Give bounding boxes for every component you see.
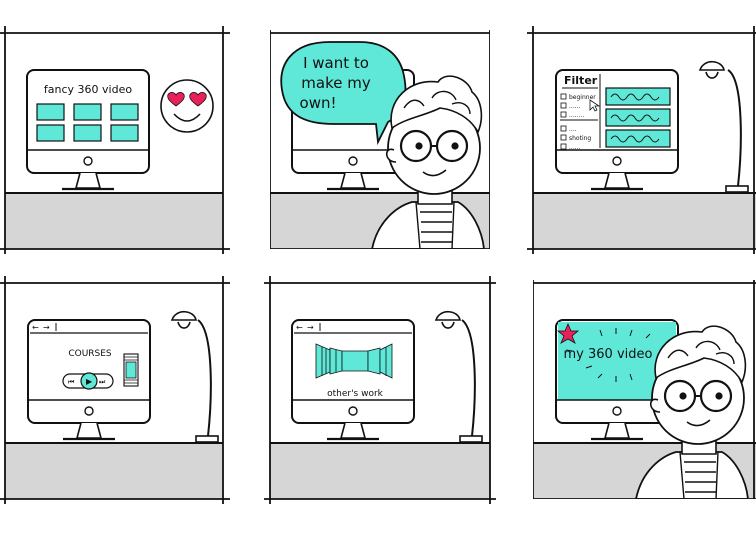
- back-arrow-icon[interactable]: ←: [296, 323, 303, 332]
- checkbox-icon[interactable]: [560, 125, 567, 132]
- desk-lamp: [434, 310, 483, 443]
- panel-3: Filter beginner ...... ........ .... sho…: [527, 26, 756, 254]
- floor: [5, 193, 223, 249]
- floor: [270, 443, 490, 499]
- play-icon[interactable]: ▶: [86, 377, 93, 386]
- fast-forward-icon[interactable]: ⏭: [99, 378, 106, 386]
- video-thumbnail[interactable]: [73, 124, 102, 142]
- result-list: [605, 87, 671, 148]
- checkbox-icon[interactable]: [560, 134, 567, 141]
- player-controls: ⏮ ▶ ⏭: [62, 372, 114, 390]
- filter-item[interactable]: ....: [569, 126, 577, 133]
- speech-line-3: own!: [300, 94, 337, 112]
- panel-4: ← → COURSES ⏮ ▶ ⏭: [0, 276, 230, 504]
- checkbox-icon[interactable]: [560, 111, 567, 118]
- speech-line-1: I want to: [303, 54, 369, 72]
- checkbox-icon[interactable]: [560, 102, 567, 109]
- checkbox-icon[interactable]: [560, 143, 567, 150]
- forward-arrow-icon[interactable]: →: [43, 323, 50, 332]
- video-thumbnail[interactable]: [36, 124, 65, 142]
- filter-item[interactable]: beginner: [569, 94, 596, 101]
- panel-1: fancy 360 video: [0, 26, 230, 254]
- monitor: [291, 319, 415, 441]
- waveform-thumbnail[interactable]: [605, 129, 671, 148]
- video-thumbnail[interactable]: [73, 103, 102, 121]
- forward-arrow-icon[interactable]: →: [307, 323, 314, 332]
- floor: [533, 193, 756, 249]
- desk-lamp: [170, 310, 219, 443]
- back-arrow-icon[interactable]: ←: [32, 323, 39, 332]
- panel-6: my 360 video: [533, 280, 756, 499]
- film-strip-icon: [123, 353, 139, 387]
- screen-title: fancy 360 video: [44, 83, 132, 96]
- speech-line-2: make my: [301, 74, 371, 92]
- checkbox-icon[interactable]: [560, 93, 567, 100]
- waveform-thumbnail[interactable]: [605, 87, 671, 106]
- celebration-text: my 360 video: [564, 347, 653, 362]
- filter-title: Filter: [564, 74, 598, 87]
- panel-2: I want to make my own!: [270, 30, 490, 249]
- waveform-thumbnail[interactable]: [605, 108, 671, 127]
- panel-5: ← → other's work: [264, 276, 496, 504]
- video-thumbnail[interactable]: [36, 103, 65, 121]
- filter-item[interactable]: ........: [569, 112, 584, 119]
- video-thumbnail[interactable]: [110, 124, 139, 142]
- filter-item[interactable]: ......: [569, 103, 581, 110]
- heart-eyes-emoji: [160, 79, 214, 133]
- video-thumbnail[interactable]: [110, 103, 139, 121]
- floor: [5, 443, 223, 499]
- gallery-caption: other's work: [327, 389, 384, 399]
- filter-item[interactable]: shoting: [569, 135, 591, 142]
- course-title: COURSES: [68, 349, 112, 359]
- rewind-icon[interactable]: ⏮: [68, 378, 74, 386]
- desk-lamp: [698, 60, 749, 193]
- filter-item[interactable]: ......: [569, 144, 581, 151]
- storyboard: fancy 360 video I want to make my own! F…: [0, 26, 756, 504]
